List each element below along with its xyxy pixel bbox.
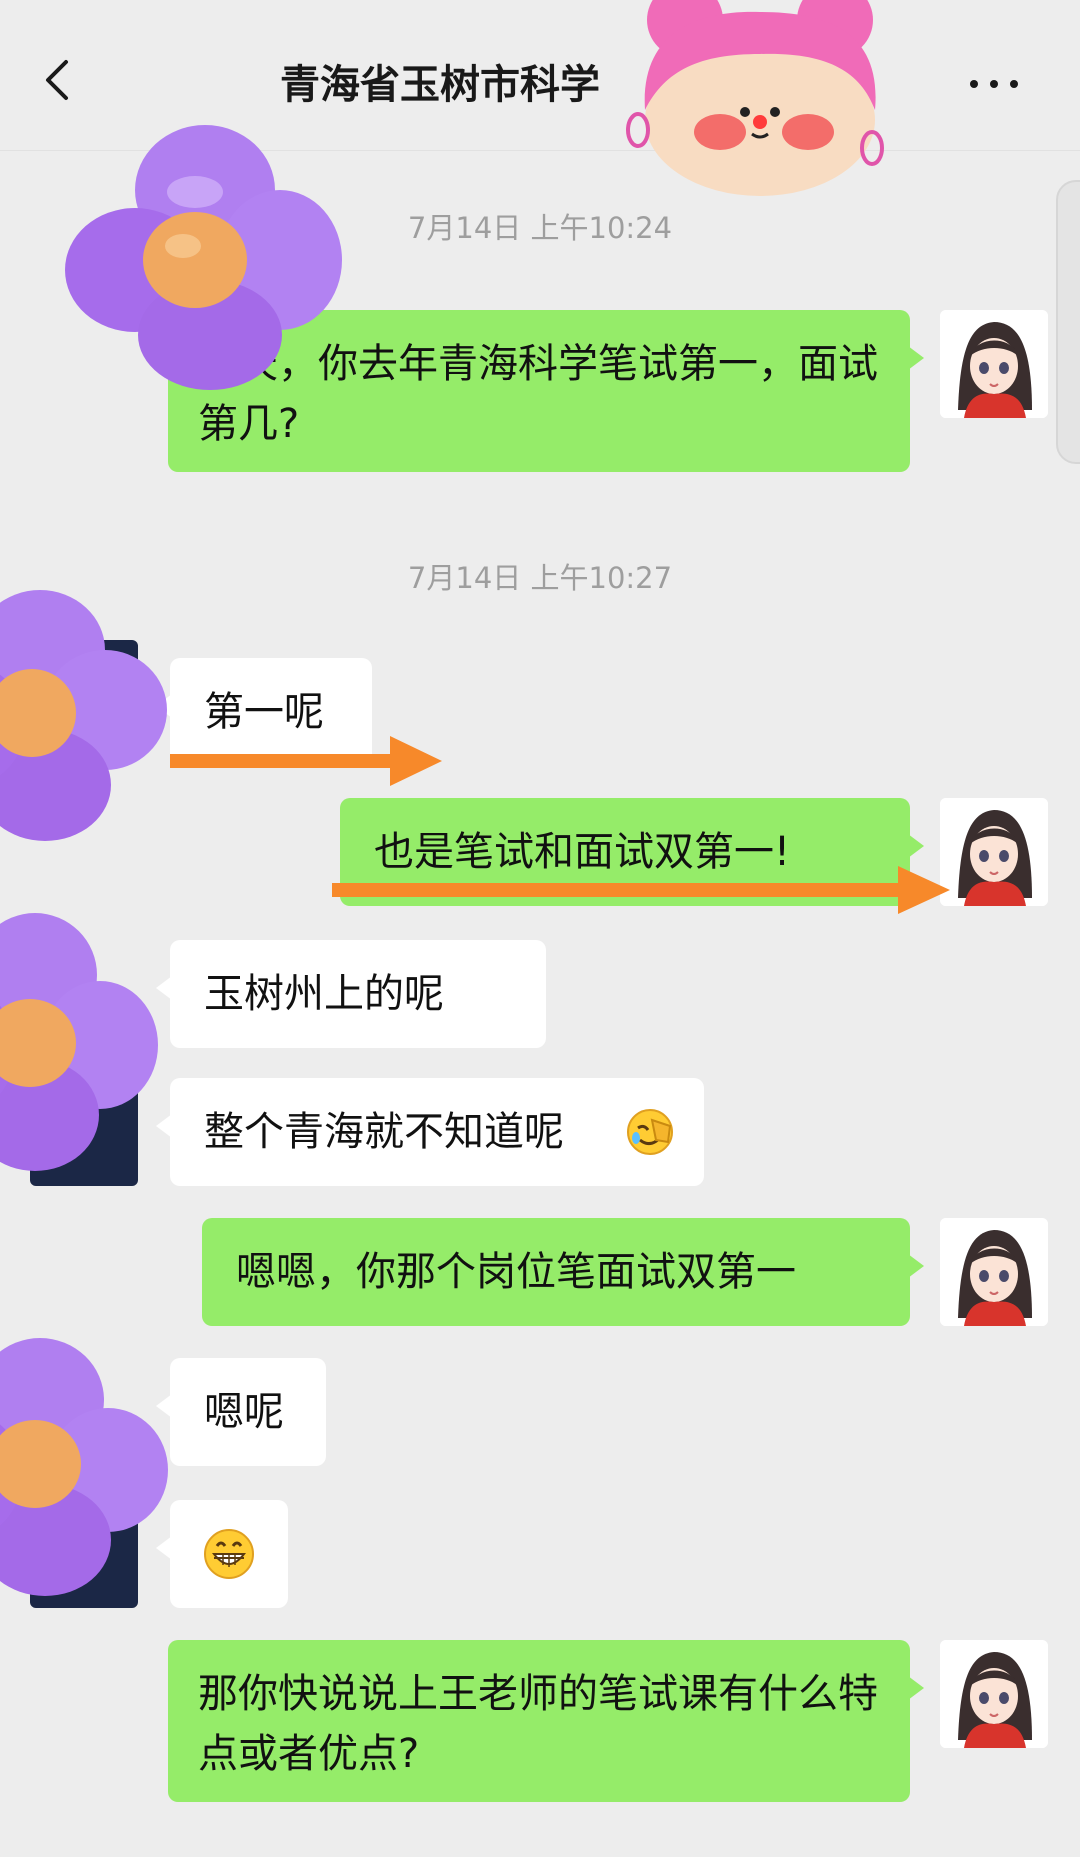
- avatar-girl-image: [940, 798, 1048, 906]
- message-bubble-sent[interactable]: 昨天，你去年青海科学笔试第一，面试第几?: [168, 310, 924, 472]
- avatar-self[interactable]: [940, 1218, 1048, 1326]
- message-text: 第一呢: [204, 689, 324, 735]
- chat-title: 青海省玉树市科学: [280, 62, 600, 108]
- message-bubble-sent[interactable]: 也是笔试和面试双第一!: [340, 798, 924, 906]
- message-text: 整个青海就不知道呢: [204, 1109, 564, 1155]
- back-button[interactable]: [38, 58, 82, 102]
- chat-header: 青海省玉树市科学: [0, 0, 1080, 151]
- avatar-self[interactable]: [940, 1640, 1048, 1748]
- message-bubble-received[interactable]: 整个青海就不知道呢: [156, 1078, 704, 1186]
- avatar-self[interactable]: [940, 310, 1048, 418]
- more-button[interactable]: [966, 62, 1022, 102]
- chevron-left-icon: [46, 60, 68, 100]
- message-text: 嗯嗯，你那个岗位笔面试双第一: [236, 1249, 796, 1295]
- message-bubble-received[interactable]: [156, 1500, 288, 1608]
- message-bubble-sent[interactable]: 那你快说说上王老师的笔试课有什么特点或者优点?: [168, 1640, 924, 1802]
- message-bubble-received[interactable]: 玉树州上的呢: [156, 940, 546, 1048]
- avatar-self[interactable]: [940, 798, 1048, 906]
- message-timestamp: 7月14日 上午10:27: [407, 561, 673, 595]
- message-text: 那你快说说上王老师的笔试课有什么特点或者优点?: [198, 1671, 878, 1777]
- message-bubble-received[interactable]: 第一呢: [156, 658, 372, 766]
- chat-screen: 青海省玉树市科学 7月14日 上午10:24 昨天，你去年青海科学笔试第一，面试…: [0, 0, 1080, 1857]
- message-text: 嗯呢: [204, 1389, 284, 1435]
- message-text: 玉树州上的呢: [204, 971, 444, 1017]
- message-bubble-sent[interactable]: 嗯嗯，你那个岗位笔面试双第一: [202, 1218, 924, 1326]
- message-text: 也是笔试和面试双第一!: [374, 829, 791, 875]
- avatar-contact[interactable]: [30, 1500, 138, 1608]
- avatar-contact[interactable]: [30, 640, 138, 748]
- message-timestamp: 7月14日 上午10:24: [407, 211, 673, 245]
- message-bubble-received[interactable]: 嗯呢: [156, 1358, 326, 1466]
- more-dots-icon: [970, 80, 978, 88]
- avatar-contact[interactable]: [30, 1078, 138, 1186]
- grin-emoji-icon: [204, 1529, 254, 1579]
- avatar-girl-image: [940, 1218, 1048, 1326]
- facepalm-emoji-icon: [627, 1109, 673, 1155]
- avatar-girl-image: [940, 1640, 1048, 1748]
- message-text: 昨天，你去年青海科学笔试第一，面试第几?: [198, 341, 878, 447]
- avatar-girl-image: [940, 310, 1048, 418]
